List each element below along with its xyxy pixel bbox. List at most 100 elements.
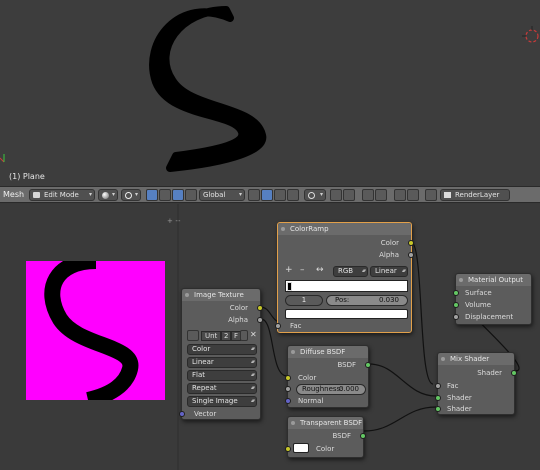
image-out-color-label: Color	[229, 304, 248, 312]
diffuse-in-normal-socket[interactable]	[285, 398, 291, 404]
stop-index-field[interactable]: 1	[285, 295, 323, 306]
stop-position-field[interactable]: Pos: 0.030	[326, 295, 408, 306]
layer-icon[interactable]	[248, 189, 260, 201]
translate-manipulator-icon[interactable]	[159, 189, 171, 201]
edit-mode-icon	[33, 192, 40, 198]
colorramp-in-fac-socket[interactable]	[275, 323, 281, 329]
add-stop-button[interactable]: +	[285, 265, 293, 275]
mode-dropdown[interactable]: Edit Mode	[29, 189, 95, 201]
projection-dropdown[interactable]: Flat	[187, 370, 257, 381]
editor-menu[interactable]: Mesh	[3, 190, 24, 199]
render-preview-icon[interactable]	[375, 189, 387, 201]
interpolation-dropdown[interactable]: Linear	[370, 266, 408, 277]
diffuse-in-roughness-socket[interactable]	[285, 386, 291, 392]
transparent-bsdf-node[interactable]: Transparent BSDF BSDF Color	[285, 416, 366, 458]
stop-color-swatch[interactable]	[285, 309, 408, 319]
transparent-node-header[interactable]: Transparent BSDF	[288, 417, 363, 429]
viewport-canvas	[0, 6, 539, 172]
output-in-surface-label: Surface	[465, 289, 492, 297]
render-layer-icon[interactable]	[425, 189, 437, 201]
scale-manipulator-icon[interactable]	[185, 189, 197, 201]
orientation-dropdown[interactable]: Global	[199, 189, 245, 201]
mix-in-fac-socket[interactable]	[435, 383, 441, 389]
opengl-animation-icon[interactable]	[407, 189, 419, 201]
color-space-dropdown[interactable]: Color	[187, 344, 257, 355]
colorramp-out-alpha-label: Alpha	[379, 251, 399, 259]
remove-stop-button[interactable]: –	[300, 265, 305, 275]
render-layer-field[interactable]: RenderLayer	[440, 189, 510, 201]
unlink-image-icon[interactable]: ✕	[250, 330, 257, 339]
image-name-field[interactable]: Unt	[201, 331, 222, 341]
source-dropdown[interactable]: Single Image	[187, 396, 257, 407]
diffuse-bsdf-node[interactable]: Diffuse BSDF BSDF Color Roughness: 0.000…	[285, 345, 371, 408]
material-output-node[interactable]: Material Output Surface Volume Displacem…	[453, 273, 532, 325]
output-in-volume-socket[interactable]	[453, 302, 459, 308]
mix-in-shader2-socket[interactable]	[435, 406, 441, 412]
diffuse-in-color-socket[interactable]	[285, 375, 291, 381]
image-out-color-socket[interactable]	[257, 305, 263, 311]
mix-shader-node-header[interactable]: Mix Shader	[438, 353, 514, 365]
link-transparent-bsdf-to-mix-shader	[363, 406, 437, 432]
flip-ramp-button[interactable]: ↔	[316, 265, 324, 275]
colorramp-out-color-socket[interactable]	[408, 240, 414, 246]
object-label: (1) Plane	[9, 172, 45, 181]
pivot-dropdown[interactable]	[121, 189, 141, 201]
image-texture-node[interactable]: Image Texture Color Alpha Unt 2 F ✕ Colo…	[179, 288, 263, 420]
transparent-out-bsdf-socket[interactable]	[360, 433, 366, 439]
image-out-alpha-socket[interactable]	[257, 317, 263, 323]
snap-icon[interactable]	[343, 189, 355, 201]
roughness-field[interactable]: Roughness: 0.000	[296, 384, 366, 395]
diffuse-node-header[interactable]: Diffuse BSDF	[288, 346, 368, 358]
color-mode-value: RGB	[338, 267, 354, 275]
link-colorramp-color-to-mix-fac	[410, 241, 434, 385]
node-title: Material Output	[468, 276, 523, 284]
image-texture-node-header[interactable]: Image Texture	[182, 289, 260, 301]
transparent-in-color-socket[interactable]	[285, 446, 291, 452]
node-editor[interactable]: + + ColorRamp Color Alpha + – ↔ RGB Line…	[0, 204, 540, 470]
pos-label: Pos:	[335, 296, 350, 304]
color-space-value: Color	[192, 345, 211, 353]
transparent-color-swatch[interactable]	[293, 443, 309, 453]
transparent-out-bsdf-label: BSDF	[332, 432, 351, 440]
user-count[interactable]: 2	[221, 331, 232, 341]
magnet-icon[interactable]	[330, 189, 342, 201]
render-layer-label: RenderLayer	[455, 191, 500, 199]
output-in-surface-socket[interactable]	[453, 290, 459, 296]
roughness-value: 0.000	[338, 385, 359, 393]
color-mode-dropdown[interactable]: RGB	[333, 266, 368, 277]
colorramp-out-alpha-socket[interactable]	[408, 252, 414, 258]
output-in-displacement-label: Displacement	[465, 313, 514, 321]
material-output-node-header[interactable]: Material Output	[456, 274, 531, 286]
transparent-in-color-label: Color	[316, 445, 335, 453]
colorramp-node[interactable]: ColorRamp Color Alpha + – ↔ RGB Linear 1…	[275, 222, 414, 333]
black-stop-handle[interactable]	[287, 282, 292, 291]
projection-value: Flat	[192, 371, 206, 379]
render-layer-icon	[444, 192, 451, 198]
proportional-edit-icon	[308, 192, 315, 199]
layers-icon[interactable]	[362, 189, 374, 201]
colorramp-node-header[interactable]: ColorRamp	[278, 223, 411, 235]
orientation-label: Global	[203, 191, 226, 199]
image-in-vector-socket[interactable]	[179, 411, 185, 417]
axis-gizmo-icon	[0, 154, 5, 163]
mix-out-shader-socket[interactable]	[511, 370, 517, 376]
image-browse-icon[interactable]	[187, 330, 199, 341]
rotate-manipulator-icon[interactable]	[172, 189, 184, 201]
diffuse-out-bsdf-socket[interactable]	[365, 362, 371, 368]
proportional-edit-dropdown[interactable]	[304, 189, 326, 201]
extension-dropdown[interactable]: Repeat	[187, 383, 257, 394]
3d-viewport[interactable]: (1) Plane	[0, 0, 540, 186]
edge-select-icon[interactable]	[274, 189, 286, 201]
opengl-render-icon[interactable]	[394, 189, 406, 201]
mix-shader-node[interactable]: Mix Shader Shader Fac Shader Shader	[435, 352, 517, 415]
viewport-shading-dropdown[interactable]	[98, 189, 118, 201]
color-ramp-gradient[interactable]	[285, 280, 408, 292]
manipulator-toggle-icon[interactable]	[146, 189, 158, 201]
viewport-header: Mesh Edit Mode Global RenderLayer	[0, 186, 540, 203]
mix-in-shader1-socket[interactable]	[435, 395, 441, 401]
open-image-icon[interactable]	[240, 330, 248, 341]
output-in-displacement-socket[interactable]	[453, 314, 459, 320]
vertex-select-icon[interactable]	[261, 189, 273, 201]
image-interpolation-dropdown[interactable]: Linear	[187, 357, 257, 368]
face-select-icon[interactable]	[287, 189, 299, 201]
